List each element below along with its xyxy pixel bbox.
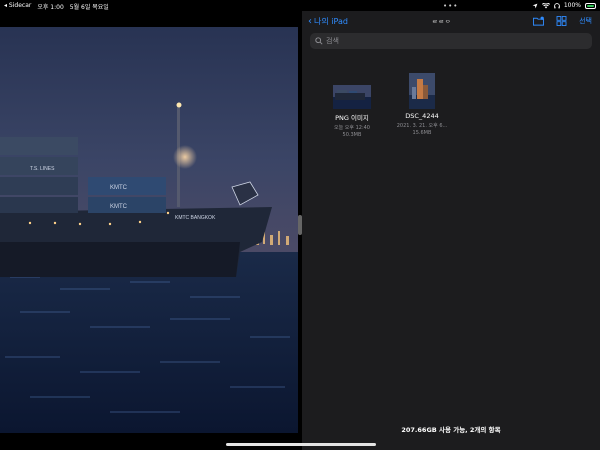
wifi-icon (541, 2, 550, 8)
file-thumbnail-png (333, 85, 371, 109)
container-text-tslines: T.S. LINES (30, 166, 55, 172)
storage-footer: 207.66GB 사용 가능, 2개의 항목 (401, 426, 501, 434)
file-item-dsc[interactable]: DSC_4244 2021. 3. 21. 오후 6... 15.6MB (396, 71, 448, 138)
chevron-left-icon: ‹ (308, 15, 312, 27)
file-name: DSC_4244 (405, 112, 439, 120)
status-date: 5월 6일 목요일 (69, 4, 109, 11)
folder-badge-icon[interactable] (533, 16, 545, 26)
headphones-icon (554, 2, 560, 8)
ship-photo: T.S. LINES KMTC KMTC KMTC BANGKOK (0, 27, 298, 433)
file-grid: PNG 이미지 오늘 오후 12:40 50.3MB DSC_4244 2021… (326, 71, 448, 138)
file-thumbnail-dsc (409, 73, 435, 109)
file-size: 50.3MB (342, 132, 362, 138)
file-name: PNG 이미지 (335, 114, 369, 122)
ship-name-text: KMTC BANGKOK (175, 215, 216, 221)
files-pane: ••• ‹ 나의 iPad ᄅᄅᄋ 선택 검색 PNG 이미지 오늘 오후 12… (302, 2, 600, 450)
file-size: 15.6MB (412, 130, 432, 136)
search-icon (315, 37, 323, 45)
grid-view-icon[interactable] (556, 16, 567, 26)
files-navbar: ‹ 나의 iPad ᄅᄅᄋ 선택 (302, 13, 600, 31)
search-bar[interactable] (310, 33, 592, 49)
back-button[interactable]: ‹ 나의 iPad (308, 16, 348, 27)
folder-title: ᄅᄅᄋ (432, 20, 452, 27)
file-date: 2021. 3. 21. 오후 6... (396, 123, 448, 129)
battery-percent: 100% (563, 2, 581, 9)
status-time: 오후 1:00 (37, 4, 64, 11)
back-to-app-link[interactable]: ◂ Sidecar (4, 2, 31, 11)
photo-pane: ••• (0, 11, 298, 450)
back-button-label: 나의 iPad (314, 17, 348, 26)
select-button[interactable]: 선택 (579, 16, 592, 26)
location-icon (532, 3, 538, 8)
file-date: 오늘 오후 12:40 (334, 125, 370, 131)
battery-icon (585, 2, 596, 9)
home-indicator[interactable] (226, 443, 376, 446)
file-item-png[interactable]: PNG 이미지 오늘 오후 12:40 50.3MB (326, 71, 378, 138)
more-dots-icon[interactable]: ••• (443, 2, 458, 10)
container-text-kmtc-2: KMTC (110, 204, 128, 210)
search-input[interactable] (326, 37, 576, 45)
container-text-kmtc: KMTC (110, 185, 128, 191)
